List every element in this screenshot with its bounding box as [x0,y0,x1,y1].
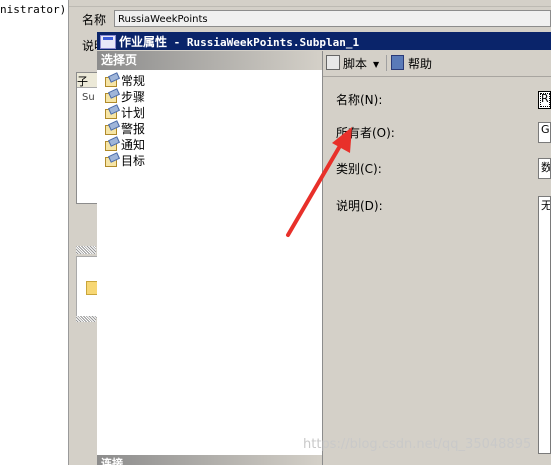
background-toolbar [69,0,551,7]
help-button-label: 帮助 [408,57,433,71]
page-item-label: 步骤 [121,90,146,104]
page-item-notifications[interactable]: 通知 [104,136,146,153]
page-item-label: 通知 [121,138,146,152]
name-field[interactable]: R [538,91,551,109]
subplan-list-row[interactable]: Su [82,92,95,103]
script-button[interactable]: 脚本 ▼ [326,55,379,71]
script-icon [326,55,340,70]
administrator-text: nistrator) [0,3,67,16]
page-item-targets[interactable]: 目标 [104,152,146,169]
page-icon [104,104,121,119]
page-item-label: 警报 [121,122,146,136]
page-item-label: 目标 [121,154,146,168]
page-icon [104,72,121,87]
dropdown-arrow-icon: ▼ [373,60,380,69]
page-item-general[interactable]: 常规 [104,72,146,89]
owner-field[interactable]: Gr [538,122,551,143]
page-item-label: 常规 [121,74,146,88]
page-icon [104,88,121,103]
page-icon [104,120,121,135]
page-item-schedules[interactable]: 计划 [104,104,146,121]
properties-content [323,51,551,465]
annotation-arrow-icon [286,127,352,237]
subplan-list-header[interactable]: 子 [77,73,98,88]
dialog-title: 作业属性 - RussiaWeekPoints.Subplan_1 [119,33,359,50]
page-item-steps[interactable]: 步骤 [104,88,146,105]
splitter-handle[interactable] [76,246,96,254]
background-name-label: 名称 [82,13,107,27]
help-button[interactable]: 帮助 [391,55,432,72]
page-icon [104,152,121,167]
splitter-handle-bottom[interactable] [76,316,96,322]
name-label: 名称(N): [336,93,383,107]
select-page-header: 选择页 [97,51,322,70]
category-select[interactable]: 数 [538,158,551,179]
page-item-label: 计划 [121,106,146,120]
window-icon [100,35,116,49]
watermark: https://blog.csdn.net/qq_35048895 [303,437,532,452]
page-item-alerts[interactable]: 警报 [104,120,146,137]
dialog-title-subject: - RussiaWeekPoints.Subplan_1 [167,36,360,49]
description-textarea[interactable]: 无 [538,196,551,454]
connection-header: 连接 [97,455,322,465]
script-button-label: 脚本 [343,57,368,71]
background-window-left-panel: nistrator) [0,0,69,465]
background-name-input[interactable]: RussiaWeekPoints [114,10,551,27]
help-icon [391,55,404,70]
dialog-title-main: 作业属性 [119,35,168,49]
toolbar-separator [386,55,387,71]
page-icon [104,136,121,151]
